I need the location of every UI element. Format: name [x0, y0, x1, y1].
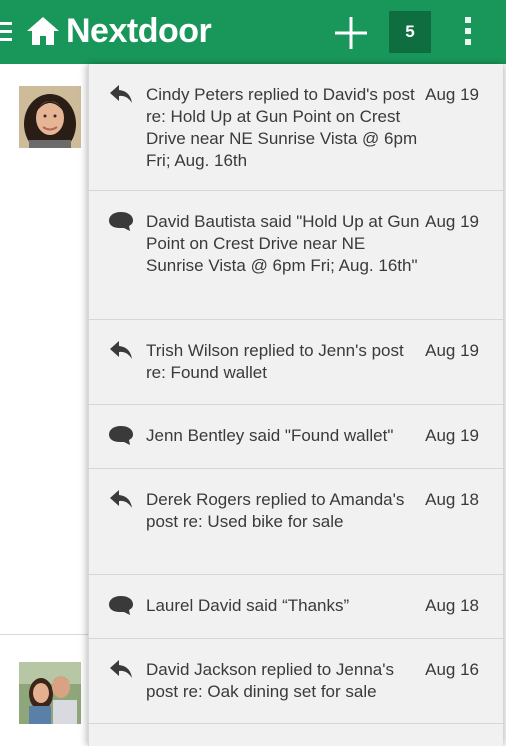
avatar[interactable] — [19, 86, 81, 148]
notification-date: Aug 19 — [425, 85, 479, 104]
speech-bubble-icon — [109, 212, 133, 231]
notification-item[interactable]: Jenn Bentley said "Found wallet" Aug 19 — [89, 405, 503, 469]
reply-arrow-icon — [110, 490, 132, 508]
avatar[interactable] — [19, 662, 81, 724]
notification-date: Aug 19 — [425, 212, 479, 231]
notification-date: Aug 18 — [425, 490, 479, 509]
notification-text: Trish Wilson replied to Jenn's post re: … — [146, 341, 404, 382]
notification-date: Aug 16 — [425, 660, 479, 679]
notification-date: Aug 19 — [425, 341, 479, 360]
notification-item[interactable]: Cindy Peters replied to David's post re:… — [89, 64, 503, 191]
notification-item[interactable]: David Jackson replied to Jenna's post re… — [89, 639, 503, 724]
notification-text: Jenn Bentley said "Found wallet" — [146, 426, 394, 445]
notification-item[interactable]: Laurel David said “Thanks” Aug 18 — [89, 575, 503, 639]
app-bar: Nextdoor 5 — [0, 0, 506, 64]
notification-item[interactable]: Trish Wilson replied to Jenn's post re: … — [89, 320, 503, 405]
notification-text: David Jackson replied to Jenna's post re… — [146, 660, 394, 701]
notification-text: Cindy Peters replied to David's post re:… — [146, 85, 418, 170]
vertical-dots-icon[interactable] — [464, 17, 472, 47]
reply-arrow-icon — [110, 85, 132, 103]
notifications-panel: Cindy Peters replied to David's post re:… — [88, 64, 503, 746]
reply-arrow-icon — [110, 341, 132, 359]
house-icon — [27, 17, 59, 45]
reply-arrow-icon — [110, 660, 132, 678]
feed-divider — [0, 634, 88, 635]
notification-item[interactable]: David Bautista said "Hold Up at Gun Poin… — [89, 191, 503, 320]
notification-date: Aug 18 — [425, 596, 479, 615]
plus-icon[interactable] — [334, 16, 368, 50]
speech-bubble-icon — [109, 596, 133, 615]
notification-count-badge[interactable]: 5 — [389, 11, 431, 53]
notification-text: Laurel David said “Thanks” — [146, 596, 350, 615]
notification-item[interactable]: Derek Rogers replied to Amanda's post re… — [89, 469, 503, 575]
notification-text: Derek Rogers replied to Amanda's post re… — [146, 490, 405, 531]
notification-text: David Bautista said "Hold Up at Gun Poin… — [146, 212, 420, 275]
app-title[interactable]: Nextdoor — [66, 11, 212, 51]
hamburger-icon[interactable] — [0, 22, 12, 42]
notification-date: Aug 19 — [425, 426, 479, 445]
speech-bubble-icon — [109, 426, 133, 445]
